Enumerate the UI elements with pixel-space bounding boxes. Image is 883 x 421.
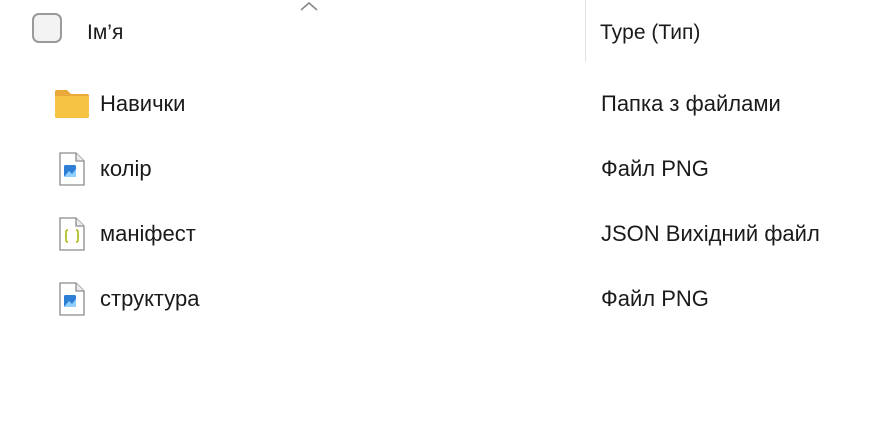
file-name: маніфест: [100, 221, 196, 246]
select-all-checkbox[interactable]: [32, 13, 62, 43]
file-row[interactable]: колір Файл PNG: [0, 137, 883, 201]
file-name: Навички: [100, 91, 186, 116]
column-divider[interactable]: [585, 0, 586, 62]
chevron-up-icon[interactable]: [299, 0, 319, 12]
file-type: JSON Вихідний файл: [601, 221, 820, 246]
image-file-icon: [59, 152, 85, 186]
file-list-window: Ім’я Type (Тип) Навички Папка з файлами …: [0, 0, 883, 421]
file-row[interactable]: маніфест JSON Вихідний файл: [0, 202, 883, 266]
json-file-icon: [59, 217, 85, 251]
file-name: колір: [100, 156, 152, 181]
file-name: структура: [100, 286, 200, 311]
column-header-type[interactable]: Type (Тип): [600, 20, 700, 46]
file-row[interactable]: структура Файл PNG: [0, 267, 883, 331]
file-type: Папка з файлами: [601, 91, 781, 116]
file-type: Файл PNG: [601, 156, 709, 181]
image-file-icon: [59, 282, 85, 316]
file-row[interactable]: Навички Папка з файлами: [0, 72, 883, 136]
folder-icon: [55, 90, 89, 118]
column-header-name[interactable]: Ім’я: [87, 20, 123, 46]
file-type: Файл PNG: [601, 286, 709, 311]
column-header: Ім’я Type (Тип): [0, 0, 883, 62]
